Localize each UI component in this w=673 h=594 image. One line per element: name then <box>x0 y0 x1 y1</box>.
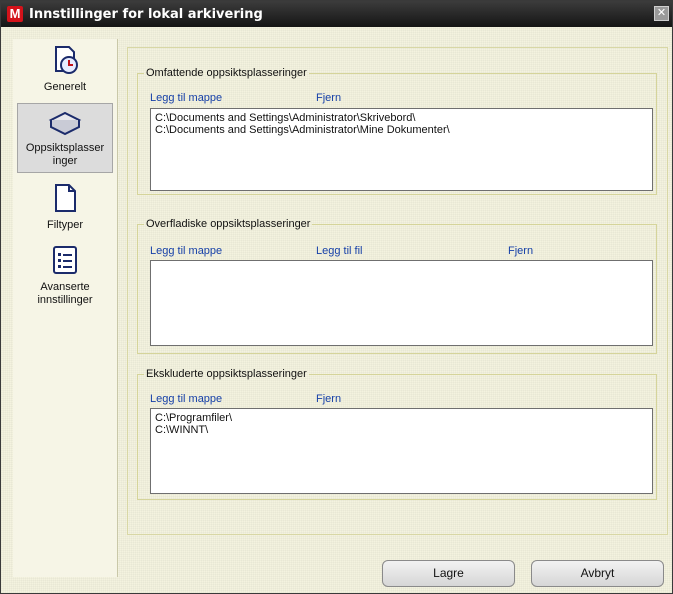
add-folder-link[interactable]: Legg til mappe <box>150 245 222 257</box>
close-button[interactable]: ✕ <box>654 6 669 21</box>
list-icon <box>17 245 113 279</box>
add-folder-link[interactable]: Legg til mappe <box>150 92 222 104</box>
list-item[interactable]: C:\Documents and Settings\Administrator\… <box>155 124 648 136</box>
remove-link[interactable]: Fjern <box>508 245 533 257</box>
group-legend: Overfladiske oppsiktsplasseringer <box>146 218 311 230</box>
list-item[interactable]: C:\Documents and Settings\Administrator\… <box>155 112 648 124</box>
sidebar-item-oppsiktsplasseringer[interactable]: Oppsiktsplasser inger <box>17 103 113 173</box>
clock-icon <box>17 45 113 79</box>
sidebar-item-avanserte[interactable]: Avanserte innstillinger <box>17 243 113 311</box>
disk-icon <box>18 110 112 140</box>
comprehensive-listbox[interactable]: C:\Documents and Settings\Administrator\… <box>150 108 653 191</box>
window-title: Innstillinger for lokal arkivering <box>29 6 263 22</box>
add-file-link[interactable]: Legg til fil <box>316 245 362 257</box>
group-legend: Ekskluderte oppsiktsplasseringer <box>146 368 307 380</box>
list-item[interactable]: C:\WINNT\ <box>155 424 648 436</box>
list-item[interactable]: C:\Programfiler\ <box>155 412 648 424</box>
save-button[interactable]: Lagre <box>382 560 515 587</box>
sidebar-item-label: Oppsiktsplasser inger <box>25 142 105 167</box>
sidebar: Generelt Oppsiktsplasser inger Filtyper <box>13 39 118 577</box>
sidebar-item-label: Filtyper <box>46 219 84 231</box>
group-legend: Omfattende oppsiktsplasseringer <box>146 67 307 79</box>
cancel-button[interactable]: Avbryt <box>531 560 664 587</box>
remove-link[interactable]: Fjern <box>316 393 341 405</box>
remove-link[interactable]: Fjern <box>316 92 341 104</box>
superficial-listbox[interactable] <box>150 260 653 346</box>
settings-panel: Omfattende oppsiktsplasseringer Legg til… <box>127 47 668 535</box>
add-folder-link[interactable]: Legg til mappe <box>150 393 222 405</box>
sidebar-item-label: Generelt <box>43 81 87 93</box>
sidebar-item-generelt[interactable]: Generelt <box>17 43 113 99</box>
settings-window: M Innstillinger for lokal arkivering ✕ G… <box>0 0 673 594</box>
sidebar-item-filtyper[interactable]: Filtyper <box>17 181 113 233</box>
excluded-listbox[interactable]: C:\Programfiler\ C:\WINNT\ <box>150 408 653 494</box>
app-logo-icon: M <box>7 6 23 22</box>
title-bar: M Innstillinger for lokal arkivering ✕ <box>1 1 672 27</box>
document-icon <box>17 183 113 217</box>
sidebar-item-label: Avanserte innstillinger <box>37 281 93 306</box>
